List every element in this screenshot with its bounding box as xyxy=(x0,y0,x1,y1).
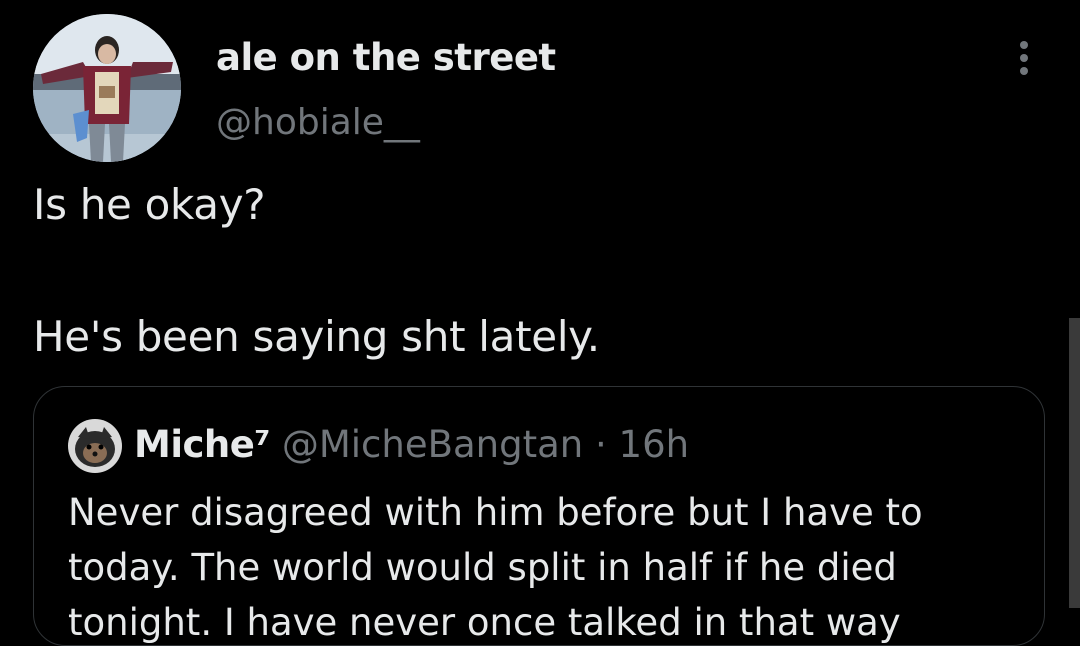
quoted-author-handle[interactable]: @MicheBangtan xyxy=(282,423,583,466)
tweet-text-line: He's been saying sht lately. xyxy=(33,312,600,361)
quoted-author-name[interactable]: Miche⁷ xyxy=(134,423,271,466)
separator-dot: · xyxy=(595,423,607,466)
quoted-tweet-card[interactable]: Miche⁷ @MicheBangtan · 16h Never disagre… xyxy=(33,386,1045,646)
quoted-author-avatar[interactable] xyxy=(68,419,122,473)
quoted-tweet-text: Never disagreed with him before but I ha… xyxy=(68,491,935,644)
tweet-text-line: Is he okay? xyxy=(33,180,266,229)
more-options-button[interactable] xyxy=(1004,36,1044,80)
quoted-tweet-header: Miche⁷ @MicheBangtan · 16h xyxy=(134,423,689,466)
author-avatar[interactable] xyxy=(33,14,181,162)
quoted-tweet-timestamp[interactable]: 16h xyxy=(619,423,690,466)
author-handle[interactable]: @hobiale__ xyxy=(216,102,420,143)
scrollbar[interactable] xyxy=(1069,318,1080,608)
author-display-name[interactable]: ale on the street xyxy=(216,36,556,79)
more-options-icon xyxy=(1020,41,1028,75)
